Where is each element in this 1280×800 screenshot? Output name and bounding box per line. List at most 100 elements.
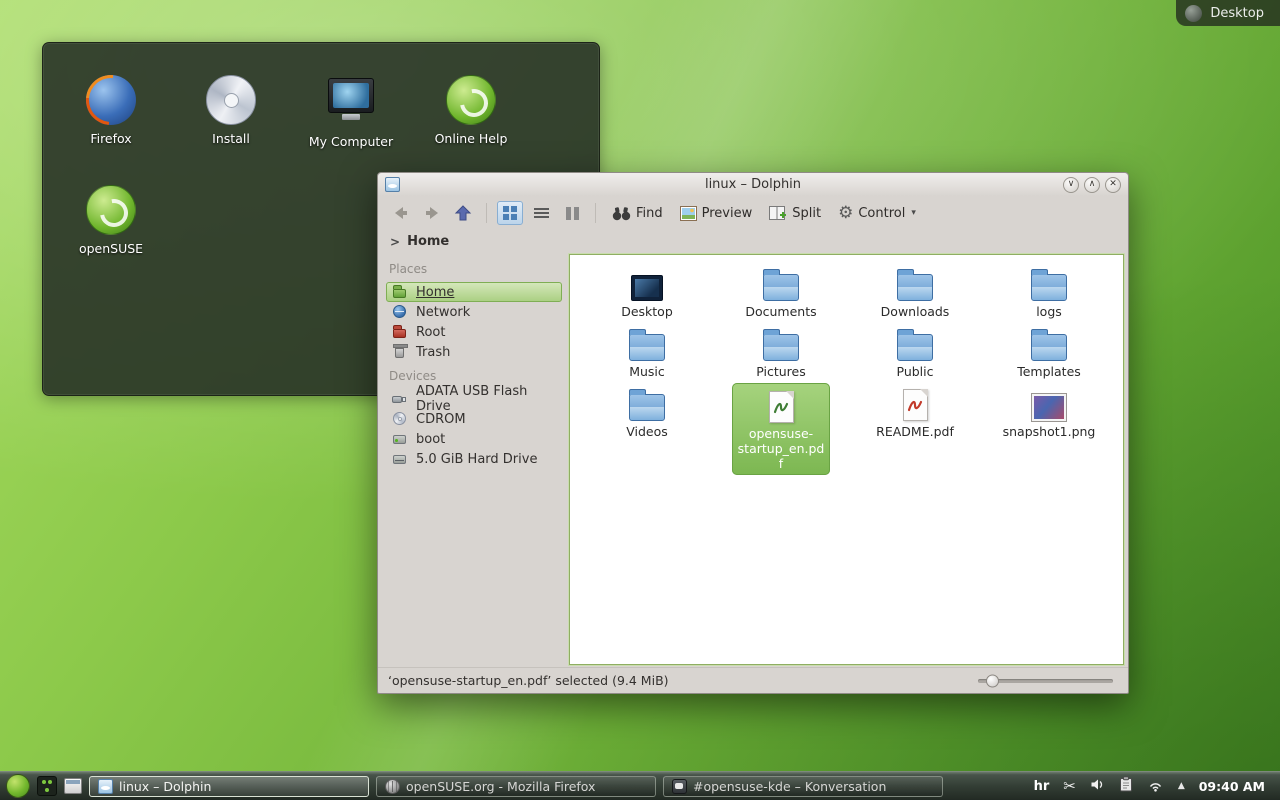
firefox-task-icon xyxy=(385,779,400,794)
network-icon[interactable] xyxy=(1147,777,1164,796)
panel-expander-icon[interactable]: ▲ xyxy=(1178,781,1185,791)
desktop-icon-my-computer[interactable]: My Computer xyxy=(295,75,407,149)
file-item-pictures[interactable]: Pictures xyxy=(720,323,842,382)
control-button[interactable]: ⚙ Control ▾ xyxy=(832,202,922,225)
binoculars-icon xyxy=(612,206,631,221)
network-globe-icon xyxy=(392,304,408,320)
folder-icon xyxy=(1031,334,1067,361)
sidebar-item-usb-drive[interactable]: ADATA USB Flash Drive xyxy=(386,389,562,409)
root-folder-icon xyxy=(392,324,408,340)
sidebar-item-hard-drive[interactable]: 5.0 GiB Hard Drive xyxy=(386,449,562,469)
devices-header: Devices xyxy=(389,369,559,383)
forward-button[interactable] xyxy=(419,200,445,226)
titlebar[interactable]: linux – Dolphin ∨ ∧ ✕ xyxy=(378,173,1128,196)
columns-view-button[interactable] xyxy=(559,201,585,225)
file-item-music[interactable]: Music xyxy=(586,323,708,382)
sidebar-item-root[interactable]: Root xyxy=(386,322,562,342)
file-item-readme-pdf[interactable]: README.pdf xyxy=(854,383,976,442)
taskbar-task-firefox[interactable]: openSUSE.org - Mozilla Firefox xyxy=(376,776,656,797)
chevron-down-icon: ▾ xyxy=(911,208,916,218)
image-file-icon xyxy=(1032,394,1066,421)
install-cd-icon xyxy=(206,75,256,125)
places-header: Places xyxy=(389,262,559,276)
find-button[interactable]: Find xyxy=(606,203,669,224)
dolphin-window: linux – Dolphin ∨ ∧ ✕ F xyxy=(377,172,1129,694)
preview-button[interactable]: Preview xyxy=(674,203,759,224)
back-arrow-icon xyxy=(391,204,411,222)
boot-drive-icon xyxy=(392,431,408,447)
minimize-button[interactable]: ∨ xyxy=(1063,177,1079,193)
maximize-button[interactable]: ∧ xyxy=(1084,177,1100,193)
preview-icon xyxy=(680,206,697,221)
zoom-slider[interactable] xyxy=(968,668,1118,693)
file-item-downloads[interactable]: Downloads xyxy=(854,263,976,322)
dolphin-toolbar: Find Preview Split ⚙ Control ▾ xyxy=(378,196,1128,230)
file-item-videos[interactable]: Videos xyxy=(586,383,708,442)
show-desktop-button[interactable] xyxy=(64,778,82,794)
cashew-icon xyxy=(1185,5,1202,22)
details-view-icon xyxy=(534,207,549,219)
desktop-icon-online-help[interactable]: Online Help xyxy=(415,75,527,146)
split-button[interactable]: Split xyxy=(763,203,827,224)
opensuse-icon xyxy=(86,185,136,235)
icons-view-button[interactable] xyxy=(497,201,523,225)
folder-icon xyxy=(897,334,933,361)
clock[interactable]: 09:40 AM xyxy=(1199,779,1265,794)
file-view: Desktop Documents Downloads logs xyxy=(569,254,1124,665)
trash-icon xyxy=(392,344,408,360)
columns-view-icon xyxy=(566,207,579,220)
cdrom-icon xyxy=(392,411,408,427)
toolbar-separator xyxy=(486,203,487,223)
sidebar-item-home[interactable]: Home xyxy=(386,282,562,302)
taskbar-task-dolphin[interactable]: linux – Dolphin xyxy=(89,776,369,797)
back-button[interactable] xyxy=(388,200,414,226)
klipper-scissors-icon[interactable]: ✂ xyxy=(1063,779,1076,794)
details-view-button[interactable] xyxy=(528,201,554,225)
keyboard-layout-indicator[interactable]: hr xyxy=(1034,779,1050,794)
zoom-slider-handle[interactable] xyxy=(986,674,999,687)
usb-drive-icon xyxy=(392,391,408,407)
pdf-file-icon xyxy=(769,391,794,423)
desktop-icon-opensuse[interactable]: openSUSE xyxy=(55,185,167,256)
my-computer-icon xyxy=(328,78,374,113)
file-item-logs[interactable]: logs xyxy=(988,263,1110,322)
sidebar-item-network[interactable]: Network xyxy=(386,302,562,322)
split-icon xyxy=(769,206,787,220)
hard-drive-icon xyxy=(392,451,408,467)
folder-icon xyxy=(629,394,665,421)
places-panel: Places Home Network Root Trash Devic xyxy=(381,253,567,667)
desktop-icon-firefox[interactable]: Firefox xyxy=(55,75,167,146)
status-text: ‘opensuse-startup_en.pdf’ selected (9.4 … xyxy=(388,673,669,688)
file-item-opensuse-startup-pdf[interactable]: opensuse-startup_en.pdf xyxy=(732,383,830,475)
breadcrumb-home[interactable]: Home xyxy=(407,234,449,249)
volume-icon[interactable] xyxy=(1090,777,1105,796)
file-item-public[interactable]: Public xyxy=(854,323,976,382)
sidebar-item-boot[interactable]: boot xyxy=(386,429,562,449)
konversation-icon xyxy=(672,779,687,794)
file-item-snapshot-png[interactable]: snapshot1.png xyxy=(988,383,1110,442)
file-item-desktop[interactable]: Desktop xyxy=(586,263,708,322)
up-button[interactable] xyxy=(450,200,476,226)
gear-icon: ⚙ xyxy=(838,205,853,222)
taskbar-task-konversation[interactable]: #opensuse-kde – Konversation xyxy=(663,776,943,797)
up-arrow-icon xyxy=(453,204,473,223)
file-item-documents[interactable]: Documents xyxy=(720,263,842,322)
activity-widget[interactable] xyxy=(37,776,57,796)
close-button[interactable]: ✕ xyxy=(1105,177,1121,193)
online-help-icon xyxy=(446,75,496,125)
toolbar-separator xyxy=(595,203,596,223)
desktop-folder-icon xyxy=(631,275,663,301)
desktop-toolbox[interactable]: Desktop xyxy=(1176,0,1280,26)
sidebar-item-trash[interactable]: Trash xyxy=(386,342,562,362)
clipboard-icon[interactable] xyxy=(1119,776,1133,796)
statusbar: ‘opensuse-startup_en.pdf’ selected (9.4 … xyxy=(378,667,1128,693)
forward-arrow-icon xyxy=(422,204,442,222)
folder-icon xyxy=(1031,274,1067,301)
desktop-icon-install[interactable]: Install xyxy=(175,75,287,146)
taskbar: linux – Dolphin openSUSE.org - Mozilla F… xyxy=(0,771,1280,800)
folder-icon xyxy=(763,334,799,361)
window-title: linux – Dolphin xyxy=(378,177,1128,192)
file-grid: Desktop Documents Downloads logs xyxy=(570,255,1123,443)
app-launcher-button[interactable] xyxy=(6,774,30,798)
file-item-templates[interactable]: Templates xyxy=(988,323,1110,382)
